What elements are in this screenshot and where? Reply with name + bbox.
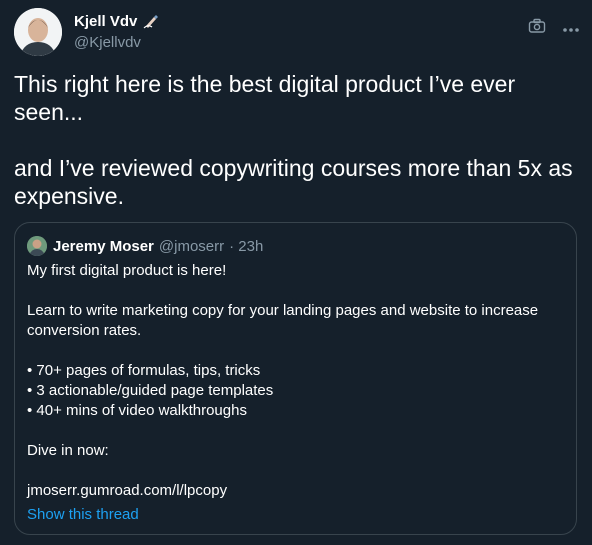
- tweet-top-actions: [528, 18, 580, 39]
- tweet-header: Kjell Vdv @Kjellvdv: [14, 8, 580, 58]
- quoted-line: My first digital product is here!: [27, 262, 227, 279]
- quoted-bullet: • 3 actionable/guided page templates: [27, 382, 274, 399]
- quoted-tweet-body: My first digital product is here! Learn …: [27, 261, 557, 501]
- quoted-line-break: [27, 461, 557, 481]
- quoted-author-avatar[interactable]: [27, 236, 47, 256]
- author-avatar[interactable]: [14, 8, 62, 56]
- show-thread-link[interactable]: Show this thread: [27, 506, 139, 523]
- author-name[interactable]: Kjell Vdv: [74, 13, 137, 30]
- quoted-line-break: [27, 421, 557, 441]
- tweet-text: This right here is the best digital prod…: [14, 71, 573, 209]
- quoted-line: Learn to write marketing copy for your l…: [27, 302, 539, 339]
- quoted-timestamp[interactable]: · 23h: [229, 238, 263, 255]
- quoted-bullet: • 40+ mins of video walkthroughs: [27, 402, 247, 419]
- camera-icon[interactable]: [528, 18, 546, 39]
- quoted-bullet: • 70+ pages of formulas, tips, tricks: [27, 362, 261, 379]
- author-handle[interactable]: @Kjellvdv: [74, 34, 141, 51]
- quoted-line-break: [27, 341, 557, 361]
- quoted-author-name[interactable]: Jeremy Moser: [53, 238, 154, 255]
- more-dots-icon[interactable]: [562, 20, 580, 38]
- quoted-author-handle[interactable]: @jmoserr: [159, 238, 224, 255]
- quoted-product-link[interactable]: jmoserr.gumroad.com/l/lpcopy: [27, 481, 557, 501]
- quoted-line-break: [27, 281, 557, 301]
- quoted-line: Dive in now:: [27, 442, 109, 459]
- quoted-tweet[interactable]: Jeremy Moser @jmoserr · 23h My first dig…: [14, 222, 577, 535]
- writing-hand-icon: [143, 12, 161, 30]
- author-name-row: Kjell Vdv: [74, 12, 161, 30]
- quoted-tweet-header: Jeremy Moser @jmoserr · 23h: [27, 236, 263, 256]
